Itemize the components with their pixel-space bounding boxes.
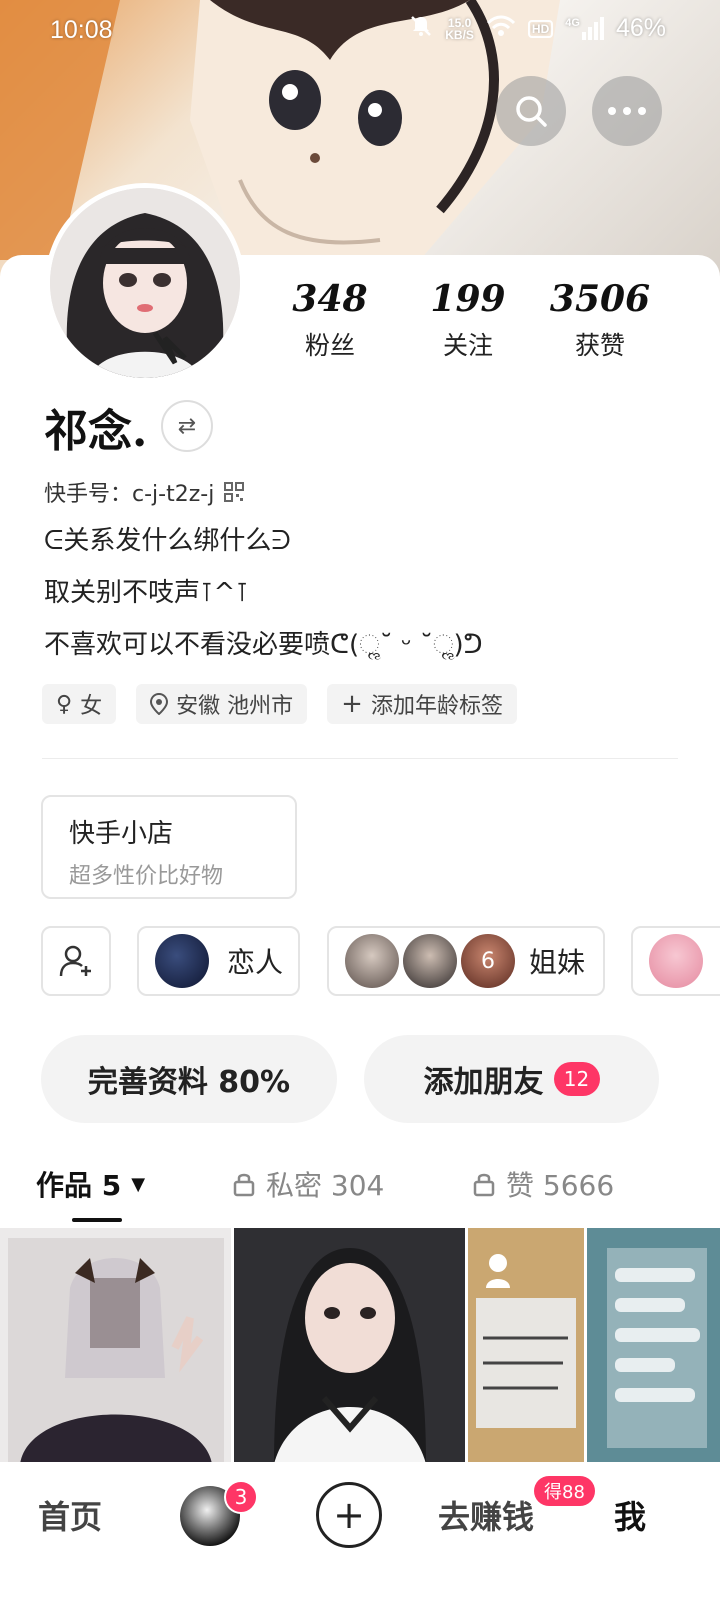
sister-avatar-1 xyxy=(345,934,399,988)
qr-code-icon xyxy=(224,482,245,502)
profile-tags: ♀ 女 安徽 池州市 + 添加年龄标签 xyxy=(42,684,517,724)
signal-icon: 4G xyxy=(565,17,604,40)
nav-home[interactable]: 首页 xyxy=(38,1492,102,1538)
nav-avatar-badge: 3 xyxy=(224,1480,258,1514)
swap-arrows-icon: ⇄ xyxy=(177,413,197,439)
following-count: 199 xyxy=(430,278,506,320)
profile-nickname: 祁念. xyxy=(44,406,148,457)
tab-works-label: 作品 5 xyxy=(36,1169,122,1202)
add-age-tag-label: 添加年龄标签 xyxy=(370,694,503,719)
tab-private-label: 私密 304 xyxy=(266,1169,385,1202)
relation-more-avatar xyxy=(649,934,703,988)
sister-avatar-2 xyxy=(403,934,457,988)
net-speed-unit: KB/S xyxy=(445,27,474,42)
tab-works[interactable]: 作品 5 ▼ xyxy=(36,1164,145,1204)
complete-profile-button[interactable]: 完善资料 80% xyxy=(41,1035,337,1123)
relation-lover[interactable]: 恋人 xyxy=(137,926,300,996)
bio-line-1: ᕮ关系发什么绑什么ᕭ xyxy=(44,526,291,556)
kuaishou-id: 快手号：c-j-t2z-j xyxy=(44,482,215,507)
works-grid xyxy=(0,1228,720,1464)
tab-liked-label: 赞 5666 xyxy=(506,1169,615,1202)
relation-lover-label: 恋人 xyxy=(227,946,284,979)
net-speed-value: 15.0 xyxy=(447,15,472,30)
work-thumbnail[interactable] xyxy=(0,1228,232,1464)
section-divider xyxy=(42,758,678,759)
lover-avatar xyxy=(155,934,209,988)
battery-level: 46% xyxy=(615,14,666,42)
shop-subtitle: 超多性价比好物 xyxy=(69,864,224,889)
relation-sisters-label: 姐妹 xyxy=(529,946,586,979)
kuaishou-shop-card[interactable]: 快手小店 超多性价比好物 xyxy=(41,795,297,899)
more-dots-icon xyxy=(608,107,646,115)
status-icons: 15.0 KB/S HD 4G 46% xyxy=(409,14,666,43)
gender-tag[interactable]: ♀ 女 xyxy=(42,684,117,724)
location-tag-label: 安徽 池州市 xyxy=(176,694,294,719)
add-relation-button[interactable] xyxy=(41,926,111,996)
work-thumbnail[interactable] xyxy=(468,1228,584,1464)
plus-icon: + xyxy=(341,689,363,719)
add-person-icon xyxy=(59,945,91,977)
complete-profile-label: 完善资料 80% xyxy=(87,1065,291,1100)
mute-bell-icon xyxy=(409,14,433,43)
search-button[interactable] xyxy=(496,76,566,146)
sister-avatar-digit: 6 xyxy=(481,948,495,974)
bio-line-3: 不喜欢可以不看没必要喷ᕦ(ૢ˘ ᵕ ˘ૢ)ᕤ xyxy=(44,630,483,660)
nav-earn-money[interactable]: 去赚钱 xyxy=(438,1492,534,1538)
earn-badge: 得88 xyxy=(534,1476,595,1506)
add-age-tag[interactable]: + 添加年龄标签 xyxy=(327,684,517,724)
stat-likes[interactable]: 3506 获赞 xyxy=(545,278,655,362)
following-label: 关注 xyxy=(442,331,493,360)
lock-icon xyxy=(473,1173,495,1197)
wifi-icon xyxy=(486,15,516,42)
female-icon: ♀ xyxy=(56,691,73,717)
relation-sisters[interactable]: 6 姐妹 xyxy=(327,926,605,996)
switch-account-button[interactable]: ⇄ xyxy=(161,400,213,452)
nav-me[interactable]: 我 xyxy=(614,1492,646,1538)
likes-count: 3506 xyxy=(549,278,651,320)
gender-tag-label: 女 xyxy=(80,694,103,719)
tab-private[interactable]: 私密 304 xyxy=(232,1164,384,1204)
network-type: 4G xyxy=(565,17,580,29)
hd-badge: HD xyxy=(527,19,554,38)
sister-avatar-3: 6 xyxy=(461,934,515,988)
work-thumbnail[interactable] xyxy=(234,1228,466,1464)
lock-icon xyxy=(233,1173,255,1197)
active-tab-indicator xyxy=(72,1218,122,1222)
stat-followers[interactable]: 348 粉丝 xyxy=(275,278,385,362)
location-tag[interactable]: 安徽 池州市 xyxy=(136,684,308,724)
add-friends-badge: 12 xyxy=(553,1062,600,1096)
relations-row: 恋人 6 姐妹 xyxy=(41,926,720,998)
status-bar: 10:08 15.0 KB/S HD 4G 46% xyxy=(0,0,720,64)
network-speed: 15.0 KB/S xyxy=(445,17,474,41)
status-time: 10:08 xyxy=(50,16,113,44)
more-options-button[interactable] xyxy=(592,76,662,146)
plus-icon: + xyxy=(333,1493,365,1537)
relation-more[interactable] xyxy=(631,926,720,996)
kuaishou-id-row[interactable]: 快手号：c-j-t2z-j xyxy=(44,476,245,508)
profile-avatar[interactable] xyxy=(45,183,245,383)
work-thumbnail[interactable] xyxy=(586,1228,720,1464)
likes-label: 获赞 xyxy=(574,331,625,360)
bio-line-2: 取关别不吱声⊺^⊺ xyxy=(44,578,249,608)
stat-following[interactable]: 199 关注 xyxy=(413,278,523,362)
followers-label: 粉丝 xyxy=(304,331,355,360)
create-post-button[interactable]: + xyxy=(316,1482,382,1548)
shop-title: 快手小店 xyxy=(69,819,174,849)
search-icon xyxy=(516,96,547,127)
tab-liked[interactable]: 赞 5666 xyxy=(472,1164,614,1204)
add-friends-label: 添加朋友 xyxy=(423,1065,544,1100)
add-friends-button[interactable]: 添加朋友 12 xyxy=(364,1035,659,1123)
location-pin-icon xyxy=(150,693,169,715)
caret-down-icon: ▼ xyxy=(131,1173,146,1195)
followers-count: 348 xyxy=(292,278,368,320)
bottom-navigation: 首页 3 + 去赚钱 得88 我 xyxy=(0,1462,720,1612)
